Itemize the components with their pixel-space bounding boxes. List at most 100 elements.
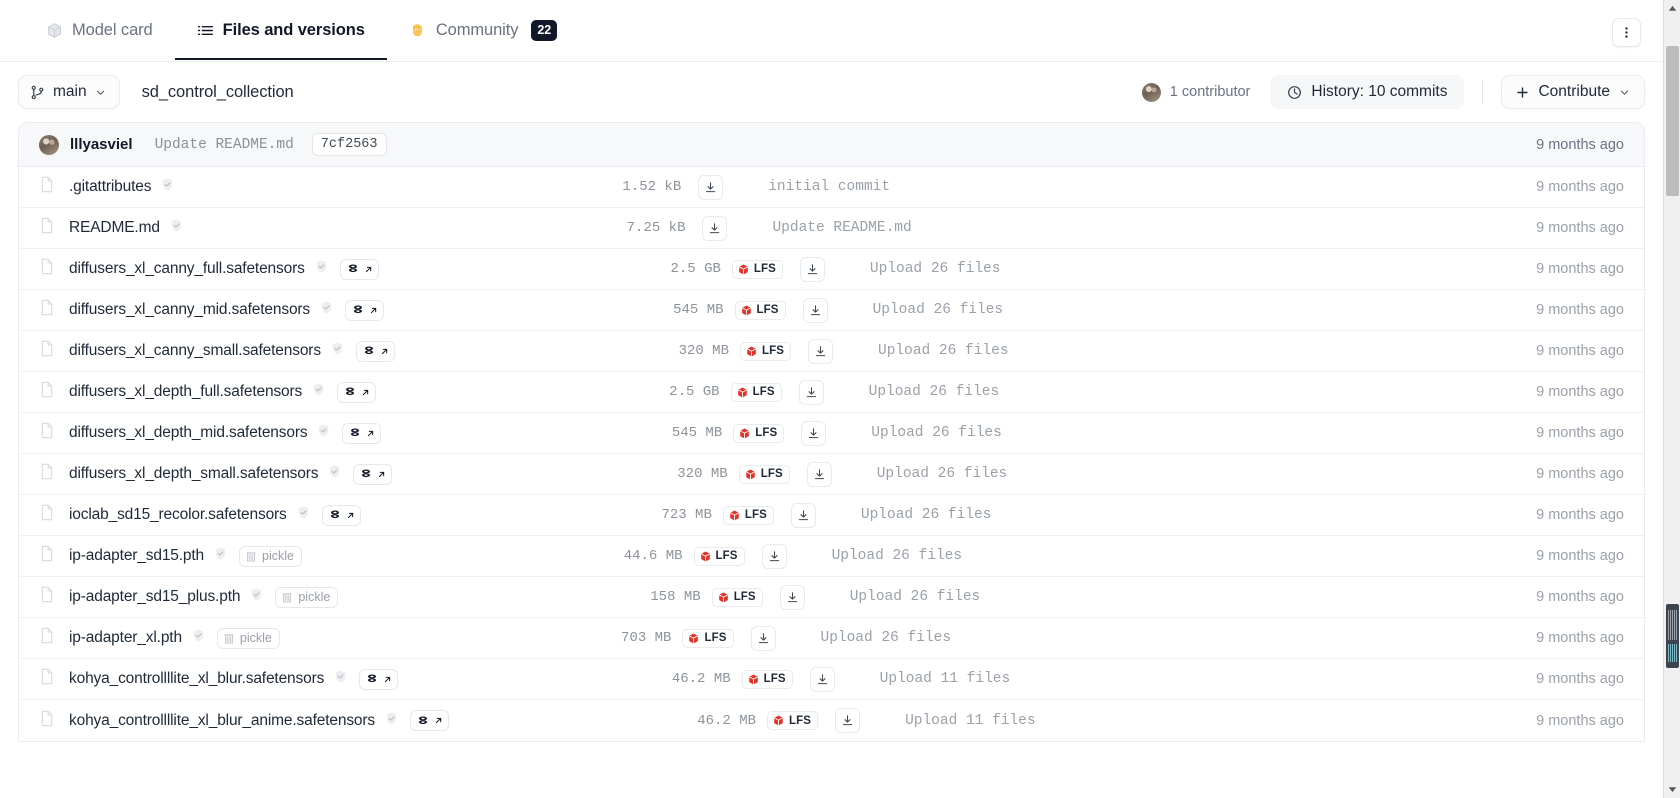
file-commit-message[interactable]: Upload 26 files (861, 507, 1381, 523)
file-commit-time: 9 months ago (1536, 548, 1624, 564)
verified-shield-icon[interactable] (191, 628, 206, 648)
verified-shield-icon[interactable] (296, 505, 311, 525)
browser-scrollbar[interactable] (1663, 0, 1680, 798)
safetensors-badge[interactable] (355, 340, 395, 362)
pickle-badge[interactable]: pickle (239, 545, 302, 567)
file-document-icon (39, 504, 55, 526)
file-commit-message[interactable]: Upload 26 files (871, 425, 1391, 441)
verified-shield-icon[interactable] (213, 546, 228, 566)
safetensors-badge[interactable] (342, 422, 382, 444)
commit-hash[interactable]: 7cf2563 (311, 133, 387, 156)
download-button[interactable] (835, 708, 861, 733)
download-button[interactable] (808, 338, 834, 364)
branch-selector[interactable]: main (18, 75, 120, 109)
file-size: 46.2 MB (697, 712, 757, 729)
file-name-link[interactable]: README.md (69, 219, 160, 237)
contribute-button[interactable]: Contribute (1501, 75, 1645, 109)
more-options-button[interactable] (1612, 18, 1641, 47)
file-commit-message[interactable]: Update README.md (772, 220, 1292, 236)
file-name-cell: diffusers_xl_canny_full.safetensors (39, 258, 379, 280)
safetensors-badge[interactable] (339, 258, 379, 280)
file-commit-message[interactable]: Upload 26 files (873, 302, 1393, 318)
file-commit-message[interactable]: Upload 26 files (878, 343, 1398, 359)
file-name-link[interactable]: diffusers_xl_depth_mid.safetensors (69, 424, 308, 442)
verified-shield-icon[interactable] (319, 300, 334, 320)
verified-shield-icon[interactable] (384, 711, 399, 731)
triangle-up-icon (1668, 5, 1677, 11)
file-commit-message[interactable]: Upload 26 files (821, 630, 1341, 646)
file-commit-message[interactable]: Upload 26 files (870, 261, 1390, 277)
file-name-cell: diffusers_xl_canny_small.safetensors (39, 340, 395, 362)
file-name-link[interactable]: diffusers_xl_canny_mid.safetensors (69, 301, 310, 319)
safetensors-badge[interactable] (321, 504, 361, 526)
download-button[interactable] (702, 215, 728, 241)
file-commit-message[interactable]: initial commit (768, 179, 1288, 195)
tab-files-and-versions[interactable]: Files and versions (174, 0, 388, 60)
branch-icon (31, 85, 44, 99)
file-name-link[interactable]: diffusers_xl_depth_full.safetensors (69, 383, 302, 401)
tab-model-card[interactable]: Model card (24, 0, 175, 60)
layers-icon (348, 264, 357, 273)
scrollbar-thumb[interactable] (1666, 46, 1679, 196)
download-button[interactable] (750, 625, 776, 651)
file-commit-time: 9 months ago (1536, 179, 1624, 195)
tab-community[interactable]: Community 22 (387, 0, 579, 60)
file-name-cell: README.md (39, 217, 184, 239)
safetensors-badge[interactable] (345, 299, 385, 321)
file-size-cell: 1.52 kB (423, 174, 724, 200)
file-name-link[interactable]: .gitattributes (69, 178, 151, 196)
external-link-arrow-icon (363, 389, 369, 395)
file-name-link[interactable]: diffusers_xl_depth_small.safetensors (69, 465, 318, 483)
verified-shield-icon[interactable] (160, 177, 175, 197)
verified-shield-icon[interactable] (249, 587, 264, 607)
file-name-link[interactable]: diffusers_xl_canny_small.safetensors (69, 342, 321, 360)
lfs-badge: LFS (733, 423, 785, 443)
file-name-link[interactable]: ip-adapter_sd15_plus.pth (69, 588, 240, 606)
file-commit-message[interactable]: Upload 26 files (850, 589, 1370, 605)
file-name-link[interactable]: ip-adapter_xl.pth (69, 629, 182, 647)
download-button[interactable] (761, 543, 787, 569)
verified-shield-icon[interactable] (169, 218, 184, 238)
download-button[interactable] (806, 461, 832, 487)
file-name-link[interactable]: kohya_controllllite_xl_blur_anime.safete… (69, 712, 375, 730)
verified-shield-icon[interactable] (311, 382, 326, 402)
file-name-link[interactable]: ip-adapter_sd15.pth (69, 547, 204, 565)
safetensors-badge[interactable] (353, 463, 393, 485)
download-button[interactable] (809, 666, 835, 692)
scroll-down-arrow[interactable] (1664, 781, 1680, 798)
file-name-link[interactable]: kohya_controllllite_xl_blur.safetensors (69, 670, 324, 688)
contributors-link[interactable]: 1 contributor (1141, 82, 1250, 102)
safetensors-badge[interactable] (337, 381, 377, 403)
file-commit-message[interactable]: Upload 11 files (905, 713, 1425, 729)
verified-shield-icon[interactable] (316, 423, 331, 443)
download-button[interactable] (802, 297, 828, 323)
chevron-down-icon (96, 90, 104, 95)
file-name-link[interactable]: diffusers_xl_canny_full.safetensors (69, 260, 305, 278)
pickle-badge[interactable]: pickle (275, 586, 339, 608)
file-commit-message[interactable]: Upload 26 files (832, 548, 1352, 564)
download-button[interactable] (698, 174, 724, 200)
commit-author-link[interactable]: lllyasviel (39, 134, 133, 155)
file-commit-message[interactable]: Upload 26 files (869, 384, 1389, 400)
safetensors-badge[interactable] (359, 668, 399, 690)
file-name-link[interactable]: ioclab_sd15_recolor.safetensors (69, 506, 287, 524)
verified-shield-icon[interactable] (327, 464, 342, 484)
commit-message[interactable]: Update README.md (155, 137, 294, 153)
history-button[interactable]: History: 10 commits (1270, 75, 1465, 109)
external-link-arrow-icon (365, 266, 371, 272)
repo-path-label[interactable]: sd_control_collection (142, 83, 294, 102)
verified-shield-icon[interactable] (333, 669, 348, 689)
file-size: 7.25 kB (626, 220, 686, 236)
safetensors-badge[interactable] (410, 710, 450, 731)
download-button[interactable] (790, 502, 816, 528)
download-button[interactable] (799, 256, 825, 282)
pickle-badge[interactable]: pickle (216, 627, 280, 649)
verified-shield-icon[interactable] (330, 341, 345, 361)
scroll-up-arrow[interactable] (1664, 0, 1680, 17)
download-button[interactable] (798, 379, 824, 405)
file-commit-message[interactable]: Upload 26 files (877, 466, 1397, 482)
verified-shield-icon[interactable] (314, 259, 329, 279)
download-button[interactable] (779, 584, 805, 610)
download-button[interactable] (801, 420, 827, 446)
file-commit-message[interactable]: Upload 11 files (880, 671, 1400, 687)
